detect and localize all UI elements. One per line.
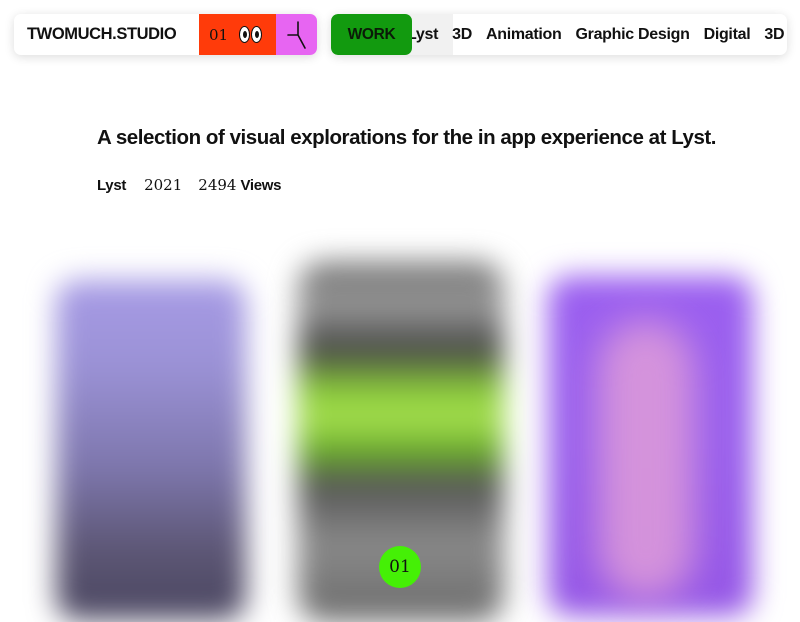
project-headline: A selection of visual explorations for t… <box>97 126 717 149</box>
category-animation[interactable]: Animation <box>486 26 562 44</box>
project-client: Lyst <box>97 177 127 194</box>
project-views-count: 2494 <box>198 176 237 194</box>
counter-badge: 01 <box>199 14 276 55</box>
brand-bar: TWOMUCH.STUDIO 01 <box>14 14 317 55</box>
project-year: 2021 <box>144 176 183 194</box>
eyes-icon <box>239 26 263 43</box>
category-graphic-design[interactable]: Graphic Design <box>576 26 690 44</box>
brand-logo[interactable]: TWOMUCH.STUDIO <box>14 25 199 44</box>
project-meta: Lyst 2021 2494 Views <box>97 176 282 194</box>
category-3d-repeat[interactable]: 3D <box>764 26 784 44</box>
gallery-pager-button[interactable]: 01 <box>379 546 421 588</box>
category-digital[interactable]: Digital <box>704 26 751 44</box>
category-bar: WORK Lyst 3D Animation Graphic Design Di… <box>331 14 787 55</box>
gallery-image-1[interactable] <box>56 280 246 620</box>
category-3d[interactable]: 3D <box>452 26 472 44</box>
gallery-image-3-detail <box>598 320 694 600</box>
work-button[interactable]: WORK <box>331 14 412 55</box>
cursor-icon <box>286 20 306 49</box>
project-views-label: Views <box>240 177 282 194</box>
cursor-toggle-button[interactable] <box>276 14 317 55</box>
counter-number: 01 <box>209 25 229 44</box>
